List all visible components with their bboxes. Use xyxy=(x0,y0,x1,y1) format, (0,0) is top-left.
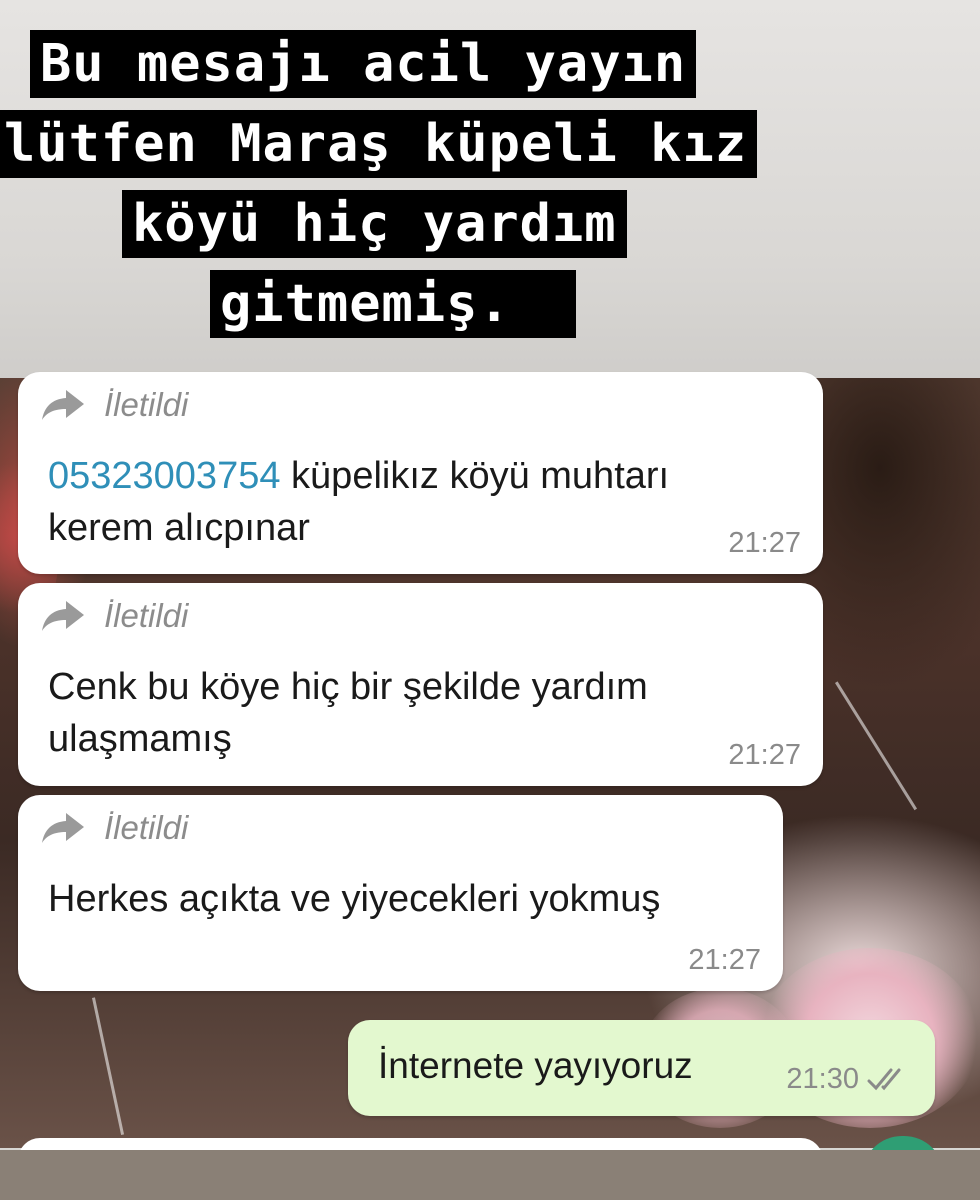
forwarded-indicator: İletildi xyxy=(40,597,188,635)
message-text: Herkes açıkta ve yiyecekleri yokmuş xyxy=(48,878,661,920)
caption-line-1: Bu mesajı acil yayın xyxy=(30,30,697,98)
forward-arrow-icon xyxy=(42,390,84,420)
story-bottom-bar xyxy=(0,1150,980,1200)
story-caption: Bu mesajı acil yayın lütfen Maraş küpeli… xyxy=(0,0,980,378)
caption-line-3: köyü hiç yardım xyxy=(122,190,627,258)
forward-arrow-icon xyxy=(42,601,84,631)
caption-line-2: lütfen Maraş küpeli kız xyxy=(0,110,758,178)
incoming-message[interactable]: İletildi Cenk bu köye hiç bir şekilde ya… xyxy=(18,583,823,786)
message-time: 21:27 xyxy=(728,739,801,771)
incoming-message[interactable]: İletildi Herkes açıkta ve yiyecekleri yo… xyxy=(18,795,783,991)
forwarded-label: İletildi xyxy=(104,597,189,634)
wallpaper-streak xyxy=(92,997,125,1135)
forward-arrow-icon xyxy=(42,813,84,843)
forwarded-indicator: İletildi xyxy=(40,809,188,847)
incoming-message[interactable]: İletildi 05323003754 küpelikız köyü muht… xyxy=(18,372,823,574)
forwarded-indicator: İletildi xyxy=(40,386,188,424)
message-time: 21:27 xyxy=(728,527,801,559)
message-text: 05323003754 küpelikız köyü muhtarı kerem… xyxy=(48,450,783,554)
forwarded-label: İletildi xyxy=(104,386,189,423)
phone-number-link[interactable]: 05323003754 xyxy=(48,455,280,497)
forwarded-label: İletildi xyxy=(104,809,189,846)
message-time: 21:30 xyxy=(786,1063,859,1095)
message-text: Cenk bu köye hiç bir şekilde yardım ulaş… xyxy=(48,666,648,760)
caption-line-4: gitmemiş. xyxy=(210,270,576,338)
wallpaper-streak xyxy=(835,681,918,811)
message-status: 21:30 xyxy=(786,1063,911,1096)
double-check-icon xyxy=(867,1068,901,1090)
message-time: 21:27 xyxy=(688,944,761,976)
outgoing-message[interactable]: İnternete yayıyoruz 21:30 xyxy=(348,1020,935,1116)
